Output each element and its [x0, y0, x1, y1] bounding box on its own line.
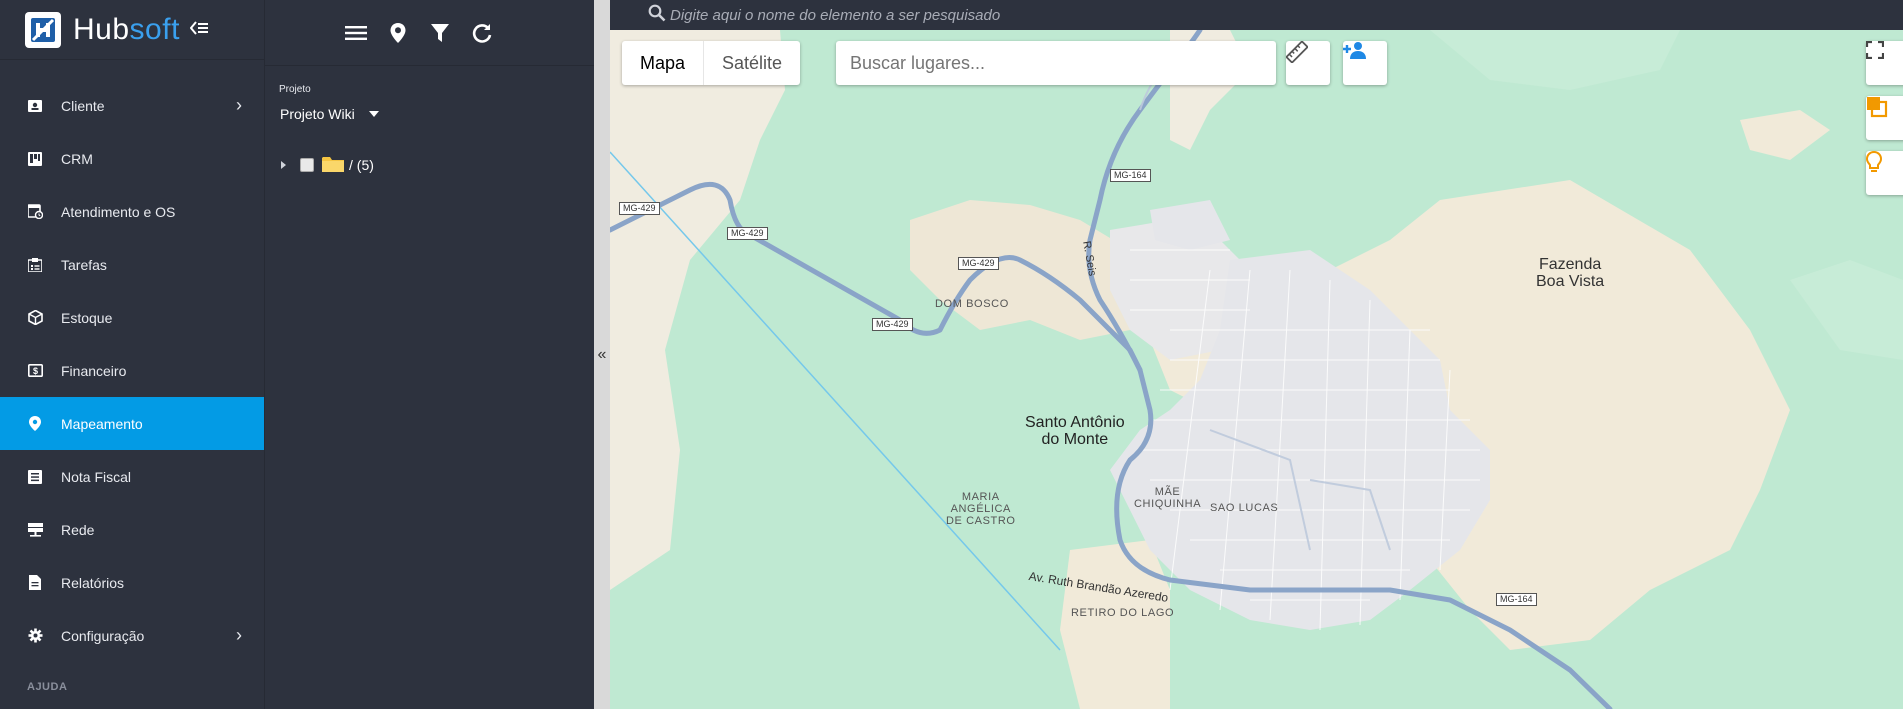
- tree-root-node: / (5): [281, 156, 374, 173]
- map-label-mae-line2: CHIQUINHA: [1134, 498, 1202, 510]
- map-label-maria-line3: DE CASTRO: [946, 515, 1016, 527]
- chevron-right-icon: ›: [236, 625, 242, 645]
- map-label-city-line1: Santo Antônio: [1025, 414, 1125, 431]
- sidebar-item-label: Rede: [61, 521, 95, 538]
- brand-name-part2: soft: [129, 12, 180, 46]
- sidebar-item-mapeamento[interactable]: Mapeamento: [0, 397, 264, 450]
- road-shield: MG-164: [1110, 169, 1151, 182]
- sidebar-item-label: Atendimento e OS: [61, 203, 176, 220]
- map-type-map-button[interactable]: Mapa: [622, 41, 705, 85]
- sidebar-item-cliente[interactable]: Cliente ›: [0, 79, 264, 132]
- map-label-city: Santo Antônio do Monte: [1025, 414, 1125, 448]
- sidebar-item-estoque[interactable]: Estoque: [0, 291, 264, 344]
- map-label-city-line2: do Monte: [1041, 431, 1109, 448]
- map-label-mae-chiquinha: MÃE CHIQUINHA: [1134, 486, 1201, 510]
- map-type-control: Mapa Satélite: [622, 41, 801, 85]
- sidebar-item-label: Nota Fiscal: [61, 468, 132, 485]
- kanban-icon: [27, 151, 43, 167]
- svg-text:$: $: [32, 366, 37, 376]
- fullscreen-button[interactable]: [1866, 41, 1903, 85]
- project-label: Projeto: [279, 84, 311, 95]
- project-select-value: Projeto Wiki: [280, 106, 355, 122]
- road-shield: MG-429: [727, 227, 768, 240]
- app-root: Hubsoft Cliente › CRM Atendimento e OS T…: [0, 0, 1903, 709]
- refresh-icon[interactable]: [470, 21, 494, 45]
- sidebar-item-label: Relatórios: [61, 574, 125, 591]
- report-icon: [27, 575, 43, 591]
- panel-splitter[interactable]: «: [594, 0, 610, 709]
- folder-icon: [322, 156, 344, 173]
- map-label-maria-line1: MARIA: [961, 491, 1000, 503]
- panel-toolbar: [265, 0, 594, 66]
- road-shield: MG-429: [619, 202, 660, 215]
- map-label-dom-bosco: DOM BOSCO: [935, 298, 1009, 310]
- menu-icon[interactable]: [344, 21, 368, 45]
- map-pin-icon: [27, 415, 43, 432]
- expand-arrow-icon[interactable]: [281, 160, 286, 169]
- caret-down-icon: [368, 111, 379, 117]
- map-label-mae-line1: MÃE: [1154, 486, 1181, 498]
- search-icon: [648, 4, 666, 27]
- sidebar-item-label: Mapeamento: [61, 415, 143, 432]
- map-label-farm-line1: Fazenda: [1538, 256, 1602, 273]
- road-shield: MG-429: [958, 257, 999, 270]
- map-label-maria-line2: ANGÉLICA: [950, 503, 1011, 515]
- network-icon: [27, 522, 43, 538]
- road-shield: MG-164: [1496, 593, 1537, 606]
- contact-card-icon: [27, 98, 43, 114]
- map-label-farm-line2: Boa Vista: [1536, 273, 1605, 290]
- ruler-button[interactable]: [1286, 41, 1330, 85]
- sidebar-item-relatorios[interactable]: Relatórios: [0, 556, 264, 609]
- place-search-input[interactable]: [836, 41, 1276, 85]
- element-search-input[interactable]: [670, 6, 1470, 24]
- filter-icon[interactable]: [428, 21, 452, 45]
- layers-panel: Projeto Projeto Wiki / (5): [264, 0, 594, 709]
- element-search-bar: [610, 0, 1903, 30]
- map-tiles: [610, 30, 1903, 709]
- map-label-farm: Fazenda Boa Vista: [1536, 256, 1604, 290]
- calendar-clock-icon: [27, 204, 43, 220]
- sidebar-item-tarefas[interactable]: Tarefas: [0, 238, 264, 291]
- map-canvas[interactable]: MG-429 MG-429 MG-429 MG-429 MG-164 MG-16…: [610, 30, 1903, 709]
- sidebar-item-configuracao[interactable]: Configuração ›: [0, 609, 264, 662]
- invoice-icon: [27, 469, 43, 485]
- tasks-icon: [27, 257, 43, 273]
- tips-button[interactable]: [1866, 151, 1903, 195]
- sidebar-item-rede[interactable]: Rede: [0, 503, 264, 556]
- double-chevron-left-icon: «: [597, 345, 607, 363]
- sidebar-item-nota-fiscal[interactable]: Nota Fiscal: [0, 450, 264, 503]
- collapse-sidebar-icon[interactable]: [189, 18, 208, 41]
- gear-icon: [27, 628, 43, 644]
- sidebar: Hubsoft Cliente › CRM Atendimento e OS T…: [0, 0, 264, 709]
- map-label-sao-lucas: SAO LUCAS: [1210, 502, 1279, 514]
- box-icon: [27, 310, 43, 326]
- tree-root-label: / (5): [349, 156, 374, 173]
- sidebar-item-label: Cliente: [61, 97, 105, 114]
- sidebar-item-financeiro[interactable]: $ Financeiro: [0, 344, 264, 397]
- map-marker-icon[interactable]: [386, 21, 410, 45]
- brand-header: Hubsoft: [0, 0, 264, 60]
- map-label-maria-angelica: MARIA ANGÉLICA DE CASTRO: [946, 491, 1016, 527]
- add-customer-button[interactable]: [1343, 41, 1387, 85]
- sidebar-item-label: Financeiro: [61, 362, 127, 379]
- sidebar-section-label: AJUDA: [27, 681, 68, 693]
- brand-name: Hubsoft: [73, 13, 180, 47]
- sidebar-item-label: Tarefas: [61, 256, 107, 273]
- money-icon: $: [27, 363, 43, 379]
- sidebar-item-crm[interactable]: CRM: [0, 132, 264, 185]
- sidebar-item-label: Configuração: [61, 627, 145, 644]
- road-shield: MG-429: [872, 318, 913, 331]
- layers-button[interactable]: [1866, 96, 1903, 140]
- sidebar-item-label: Estoque: [61, 309, 113, 326]
- map-label-retiro-do-lago: RETIRO DO LAGO: [1071, 607, 1175, 619]
- chevron-right-icon: ›: [236, 95, 242, 115]
- hubsoft-logo-icon: [25, 11, 61, 48]
- brand-name-part1: Hub: [73, 12, 130, 46]
- sidebar-item-atendimento[interactable]: Atendimento e OS: [0, 185, 264, 238]
- sidebar-item-label: CRM: [61, 150, 93, 167]
- tree-root-checkbox[interactable]: [300, 157, 314, 172]
- project-select[interactable]: Projeto Wiki: [280, 106, 379, 122]
- map-type-satellite-button[interactable]: Satélite: [704, 41, 800, 85]
